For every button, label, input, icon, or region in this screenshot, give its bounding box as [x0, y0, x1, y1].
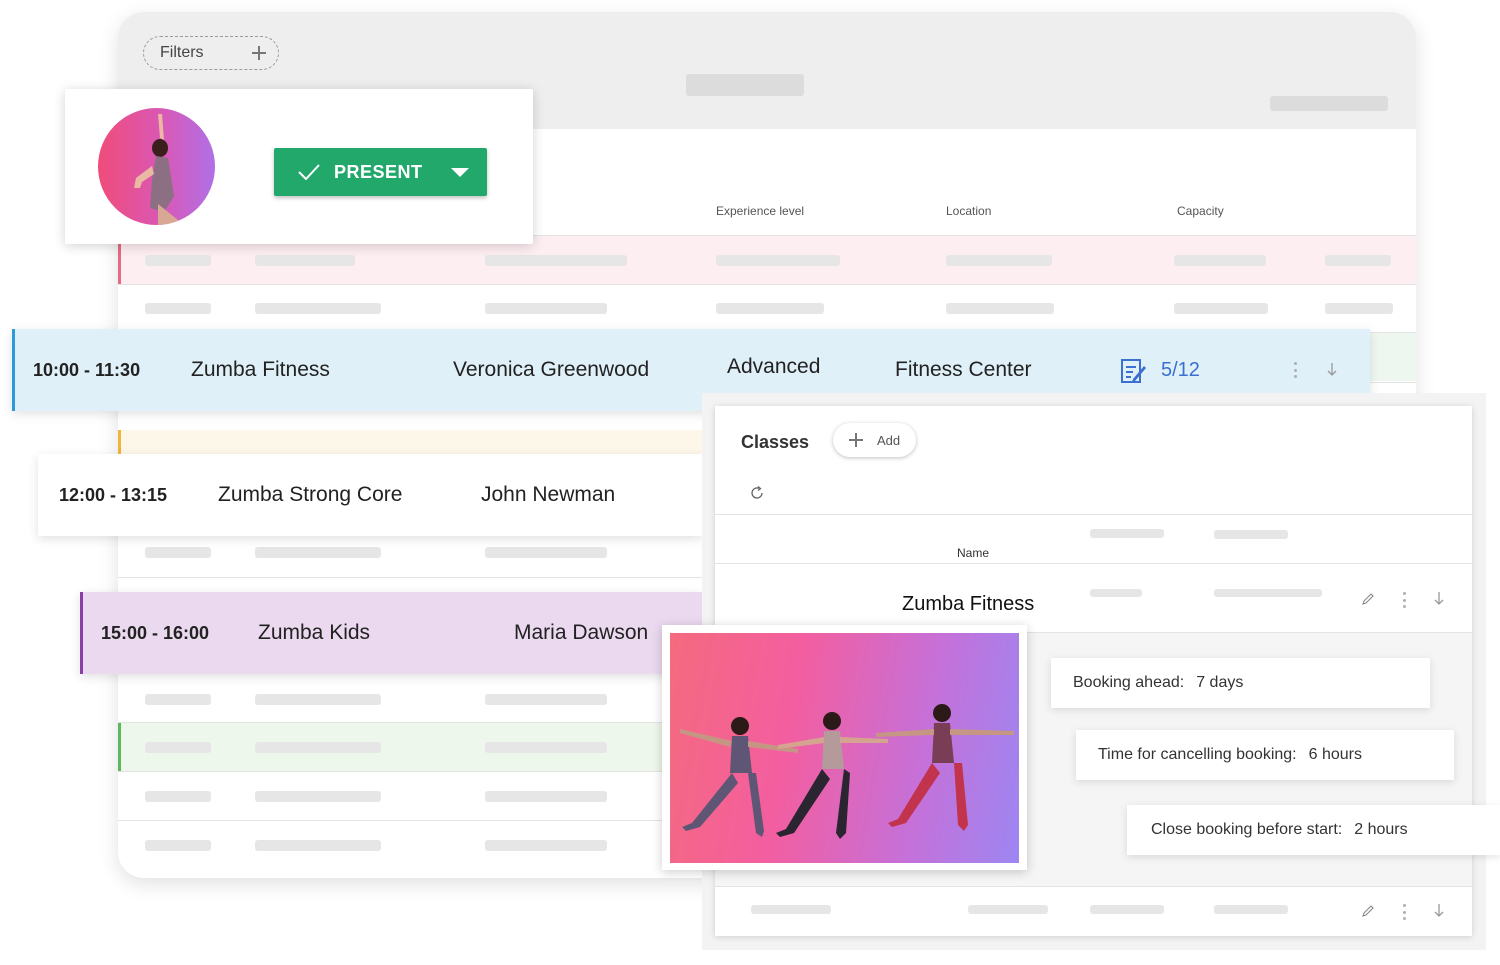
plus-icon [849, 433, 863, 447]
close-booking-setting: Close booking before start: 2 hours [1127, 805, 1500, 855]
pencil-icon[interactable] [1361, 592, 1375, 606]
cell-placeholder [1090, 905, 1164, 914]
dancers-image [670, 633, 1019, 863]
session-instructor: Veronica Greenwood [453, 358, 650, 381]
kebab-icon[interactable] [1293, 362, 1297, 378]
session-time: 10:00 - 11:30 [33, 359, 141, 380]
row-divider [118, 284, 1416, 285]
classes-title: Classes [741, 432, 810, 452]
kebab-icon[interactable] [1402, 592, 1406, 608]
cell-placeholder [145, 547, 211, 558]
row-divider [715, 514, 1472, 515]
arrow-down-icon[interactable] [1434, 904, 1444, 918]
cell-placeholder [485, 791, 607, 802]
column-header-experience[interactable]: Experience level [716, 204, 804, 218]
cell-placeholder [255, 791, 381, 802]
row-divider [715, 886, 1472, 887]
cell-placeholder [1325, 303, 1393, 314]
cell-placeholder [716, 303, 824, 314]
attendance-status-label: PRESENT [334, 161, 423, 182]
cell-placeholder [145, 694, 211, 705]
cell-placeholder [485, 742, 607, 753]
session-row-zumba-kids[interactable]: 15:00 - 16:00 Zumba Kids Maria Dawson [80, 592, 702, 674]
session-class: Zumba Strong Core [218, 483, 403, 506]
cell-placeholder [485, 694, 607, 705]
cell-placeholder [145, 791, 211, 802]
setting-label: Close booking before start: [1151, 821, 1343, 838]
filters-label: Filters [160, 44, 204, 61]
kebab-icon[interactable] [1402, 904, 1406, 920]
header-placeholder [1214, 530, 1288, 539]
dancer-silhouette-icon [134, 114, 188, 225]
dancers-illustration-icon [680, 704, 1014, 839]
filters-button[interactable]: Filters [143, 36, 279, 70]
cancel-booking-setting: Time for cancelling booking: 6 hours [1076, 730, 1454, 780]
cell-placeholder [255, 303, 381, 314]
row-divider [715, 563, 1472, 564]
session-capacity: 5/12 [1161, 358, 1200, 381]
refresh-icon[interactable] [750, 486, 764, 500]
cell-placeholder [485, 303, 607, 314]
arrow-down-icon[interactable] [1327, 363, 1337, 377]
class-photo [662, 625, 1027, 870]
add-class-button[interactable]: Add [833, 423, 916, 457]
session-instructor: John Newman [481, 483, 616, 506]
cell-placeholder [255, 840, 381, 851]
avatar [98, 108, 215, 225]
header-placeholder [686, 74, 804, 96]
cell-placeholder [485, 255, 627, 266]
class-name[interactable]: Zumba Fitness [902, 593, 1034, 616]
cell-placeholder [145, 255, 211, 266]
attendance-status-dropdown[interactable]: PRESENT [274, 148, 487, 196]
pencil-icon[interactable] [1361, 904, 1375, 918]
setting-label: Time for cancelling booking: [1098, 746, 1297, 763]
session-class: Zumba Fitness [191, 358, 330, 381]
cell-placeholder [946, 255, 1052, 266]
cell-placeholder [1325, 255, 1391, 266]
cell-placeholder [255, 255, 355, 266]
add-label: Add [877, 432, 901, 448]
column-header-capacity[interactable]: Capacity [1177, 204, 1224, 218]
cell-placeholder [255, 742, 381, 753]
cell-placeholder [255, 694, 381, 705]
cell-placeholder [1090, 589, 1142, 597]
cell-placeholder [145, 303, 211, 314]
cell-placeholder [1174, 255, 1266, 266]
session-level: Advanced [727, 355, 821, 378]
notes-icon[interactable] [1119, 357, 1147, 385]
column-header-name[interactable]: Name [957, 546, 989, 560]
session-instructor: Maria Dawson [514, 621, 649, 644]
session-location: Fitness Center [895, 358, 1032, 381]
setting-value: 2 hours [1354, 821, 1408, 838]
session-time: 15:00 - 16:00 [101, 622, 210, 643]
cell-placeholder [716, 255, 840, 266]
attendee-card: PRESENT [65, 89, 533, 244]
cell-placeholder [1214, 589, 1322, 597]
cell-placeholder [946, 303, 1054, 314]
session-class: Zumba Kids [258, 621, 371, 644]
header-placeholder [1090, 529, 1164, 538]
cell-placeholder [145, 742, 211, 753]
cell-placeholder [968, 905, 1048, 914]
cell-placeholder [485, 547, 607, 558]
setting-value: 6 hours [1308, 746, 1362, 763]
setting-value: 7 days [1196, 674, 1244, 691]
booking-ahead-setting: Booking ahead: 7 days [1051, 658, 1430, 708]
cell-placeholder [1214, 905, 1288, 914]
header-placeholder [1270, 96, 1388, 111]
plus-icon [252, 46, 266, 60]
check-icon [298, 164, 320, 180]
cell-placeholder [255, 547, 381, 558]
cell-placeholder [145, 840, 211, 851]
caret-down-icon [451, 167, 469, 177]
setting-label: Booking ahead: [1073, 674, 1185, 691]
column-header-location[interactable]: Location [946, 204, 991, 218]
session-row-zumba-strong-core[interactable]: 12:00 - 13:15 Zumba Strong Core John New… [38, 454, 702, 536]
arrow-down-icon[interactable] [1434, 592, 1444, 606]
cell-placeholder [751, 905, 831, 914]
cell-placeholder [1174, 303, 1268, 314]
cell-placeholder [485, 840, 607, 851]
session-time: 12:00 - 13:15 [59, 484, 168, 505]
